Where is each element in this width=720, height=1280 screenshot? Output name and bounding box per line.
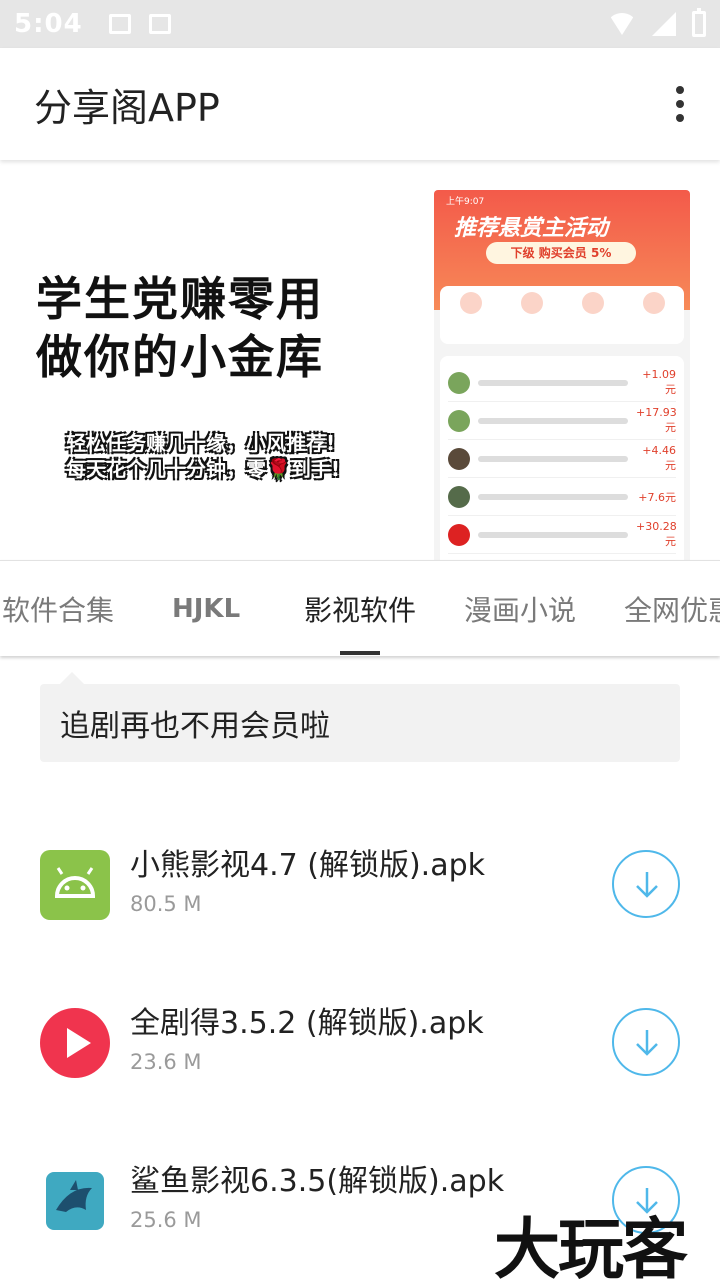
task-reward: +4.46元: [642, 444, 676, 472]
battery-icon: [692, 8, 706, 37]
banner-phone-screenshot: 上午9:07 推荐悬赏主活动 下级 购买会员 5% +1.09元 +17.93元…: [434, 190, 690, 560]
phone-task-list: +1.09元 +17.93元 +4.46元 +7.6元 +30.28元: [440, 356, 684, 560]
tab-video-software[interactable]: 影视软件: [304, 561, 416, 656]
cell-signal-icon: [652, 12, 676, 36]
avatar: [448, 409, 470, 432]
avatar: [448, 485, 470, 508]
banner-headline-line1: 学生党赚零用: [36, 272, 324, 326]
menu-dot-icon: [676, 100, 684, 108]
phone-task-row: +30.28元: [448, 516, 677, 554]
phone-headline: 推荐悬赏主活动: [454, 216, 609, 241]
task-reward: +30.28元: [636, 520, 677, 548]
tab-comics-novels[interactable]: 漫画小说: [464, 561, 576, 656]
app-notification-icon: [148, 14, 171, 34]
task-reward: +7.6元: [638, 490, 676, 504]
file-size: 23.6 M: [130, 1050, 202, 1074]
phone-task-row: +17.93元: [448, 402, 677, 440]
category-description: 追剧再也不用会员啦: [40, 672, 680, 762]
app-bar: 分享阁APP: [0, 48, 720, 160]
download-button[interactable]: [612, 850, 680, 918]
image-notification-icon: [108, 14, 131, 34]
task-reward: +17.93元: [636, 406, 677, 434]
tab-software-collection[interactable]: 软件合集: [2, 561, 114, 656]
overflow-menu-button[interactable]: [670, 86, 690, 122]
android-icon: [40, 850, 110, 920]
phone-feature-card: [440, 286, 684, 344]
menu-dot-icon: [676, 86, 684, 94]
tab-hjkl[interactable]: HJKL: [172, 561, 240, 656]
file-size: 80.5 M: [130, 892, 202, 916]
phone-pill: 下级 购买会员 5%: [486, 242, 636, 264]
file-list-item[interactable]: 全剧得3.5.2 (解锁版).apk 23.6 M: [0, 982, 720, 1102]
app-title: 分享阁APP: [34, 85, 220, 130]
feature-icon: [520, 292, 543, 314]
play-icon: [40, 1008, 110, 1078]
status-time: 5:04: [14, 9, 83, 39]
download-arrow-icon: [636, 1030, 658, 1056]
phone-task-row: +1.09元: [448, 364, 676, 402]
promo-banner[interactable]: 学生党赚零用 做你的小金库 轻松任务赚几十缘，小风推荐! 每天花个几十分钟，零🌹…: [0, 162, 720, 560]
category-tabs: 软件合集 HJKL 影视软件 漫画小说 全网优惠: [0, 560, 720, 656]
avatar: [448, 371, 470, 394]
file-name: 全剧得3.5.2 (解锁版).apk: [130, 1006, 484, 1041]
status-bar: 5:04: [0, 0, 720, 48]
download-button[interactable]: [612, 1008, 680, 1076]
banner-subtext: 轻松任务赚几十缘，小风推荐! 每天花个几十分钟，零🌹到手!: [66, 430, 340, 482]
shark-icon: [40, 1166, 110, 1236]
banner-sub-line1: 轻松任务赚几十缘，小风推荐!: [66, 431, 336, 455]
file-name: 小熊影视4.7 (解锁版).apk: [130, 848, 485, 883]
file-list-item[interactable]: 小熊影视4.7 (解锁版).apk 80.5 M: [0, 824, 720, 944]
banner-headline-line2: 做你的小金库: [36, 330, 324, 384]
feature-icon: [581, 292, 604, 314]
avatar: [448, 523, 470, 546]
watermark: 大玩客: [494, 1211, 688, 1280]
banner-headline: 学生党赚零用 做你的小金库: [36, 270, 324, 386]
tab-indicator: [340, 651, 380, 655]
feature-icon: [459, 292, 482, 314]
wifi-icon: [608, 13, 636, 35]
tab-deals[interactable]: 全网优惠: [624, 561, 720, 656]
task-reward: +1.09元: [642, 368, 676, 396]
phone-task-row: +4.46元: [448, 440, 676, 478]
feature-icon: [642, 292, 665, 314]
menu-dot-icon: [676, 114, 684, 122]
phone-task-row: +7.6元: [448, 478, 676, 516]
avatar: [448, 447, 470, 470]
banner-sub-line2: 每天花个几十分钟，零🌹到手!: [66, 457, 341, 481]
phone-time: 上午9:07: [446, 197, 485, 207]
file-size: 25.6 M: [130, 1208, 202, 1232]
download-arrow-icon: [636, 872, 658, 898]
file-name: 鲨鱼影视6.3.5(解锁版).apk: [130, 1164, 505, 1199]
